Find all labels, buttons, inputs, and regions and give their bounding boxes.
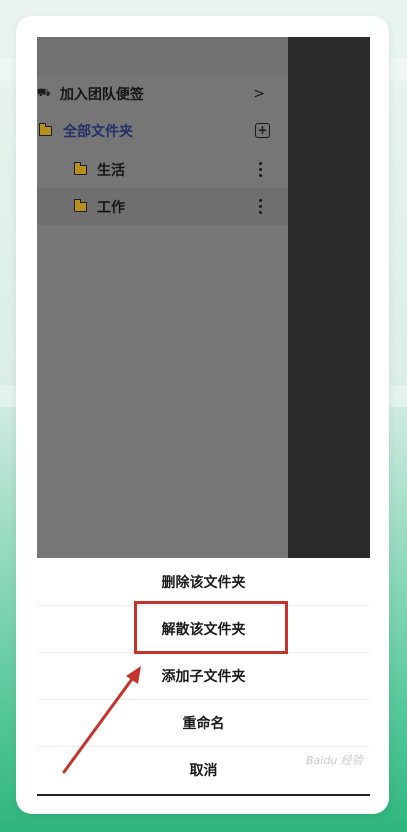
join-team-notes-label: 加入团队便签	[59, 86, 144, 103]
folder-icon	[74, 198, 87, 212]
more-options-icon[interactable]	[259, 162, 262, 177]
watermark: Baidu 经验	[306, 754, 363, 767]
phone-screen: ⛟ 加入团队便签 > 全部文件夹 + 生活 工作 删除该文件夹 解散该文件夹 添…	[37, 37, 370, 794]
folder-item-work[interactable]: 工作	[37, 188, 288, 225]
all-folders-label: 全部文件夹	[63, 123, 133, 140]
folder-icon	[74, 161, 87, 175]
folder-drawer: ⛟ 加入团队便签 > 全部文件夹 + 生活 工作	[37, 37, 288, 558]
add-folder-icon[interactable]: +	[255, 123, 270, 138]
dim-overlay[interactable]	[288, 37, 370, 558]
rename-button[interactable]: 重命名	[37, 699, 370, 747]
all-folders-item[interactable]: 全部文件夹 +	[37, 112, 288, 149]
folder-item-life[interactable]: 生活	[37, 151, 288, 188]
add-subfolder-button[interactable]: 添加子文件夹	[37, 652, 370, 700]
highlight-box	[134, 601, 288, 654]
folder-label: 生活	[97, 162, 125, 179]
drawer-header	[37, 37, 288, 76]
delete-folder-button[interactable]: 删除该文件夹	[37, 558, 370, 606]
chevron-right-icon: >	[253, 85, 265, 102]
bottom-divider	[37, 794, 370, 796]
team-icon: ⛟	[37, 86, 51, 99]
folder-label: 工作	[97, 199, 125, 216]
folder-icon	[39, 122, 52, 136]
join-team-notes-item[interactable]: ⛟ 加入团队便签 >	[37, 75, 288, 112]
more-options-icon[interactable]	[259, 199, 262, 214]
